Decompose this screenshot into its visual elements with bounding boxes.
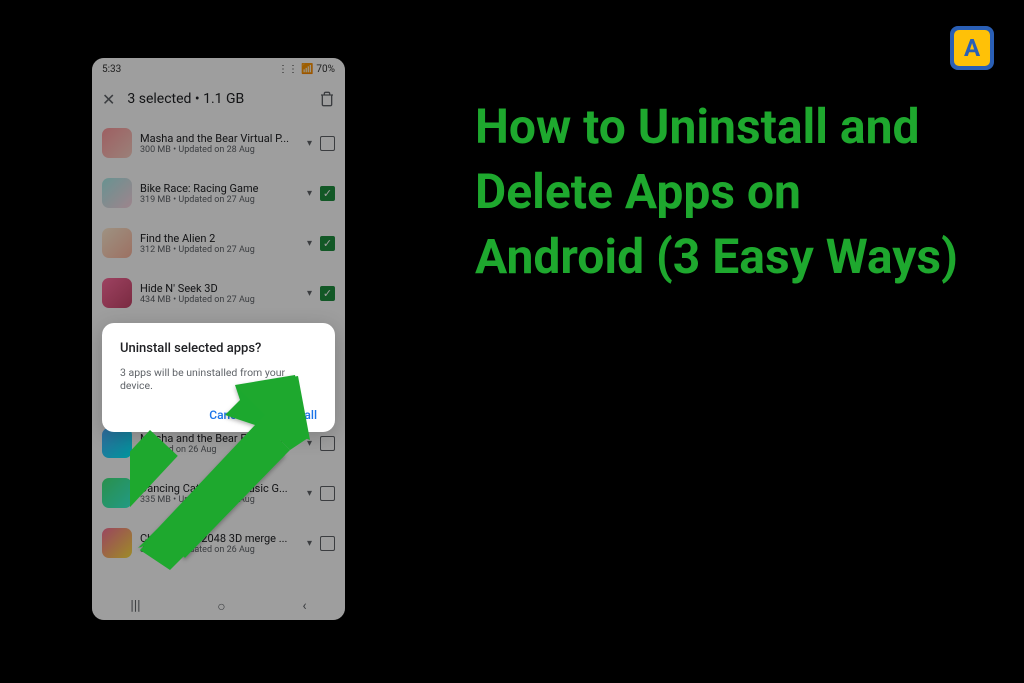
android-nav-bar: ||| ○ ‹ bbox=[92, 592, 345, 620]
checkbox[interactable] bbox=[320, 136, 335, 151]
app-name: Chain Cube: 2048 3D merge ... bbox=[140, 532, 299, 545]
app-meta: 434 MB • Updated on 27 Aug bbox=[140, 295, 299, 305]
phone-screenshot: 5:33 ⋮⋮ 📶 70% ✕ 3 selected • 1.1 GB Mash… bbox=[92, 58, 345, 620]
app-info: Find the Alien 2 312 MB • Updated on 27 … bbox=[140, 232, 299, 255]
chevron-down-icon[interactable]: ▾ bbox=[307, 188, 312, 199]
chevron-down-icon[interactable]: ▾ bbox=[307, 538, 312, 549]
chevron-down-icon[interactable]: ▾ bbox=[307, 288, 312, 299]
app-icon bbox=[102, 478, 132, 508]
app-info: Hide N' Seek 3D 434 MB • Updated on 27 A… bbox=[140, 282, 299, 305]
app-info: Dancing Cats - Cute Music G... 335 MB • … bbox=[140, 482, 299, 505]
trash-icon[interactable] bbox=[319, 91, 335, 107]
recents-icon[interactable]: ||| bbox=[130, 598, 140, 614]
app-info: Bike Race: Racing Game 319 MB • Updated … bbox=[140, 182, 299, 205]
app-name: Masha and the Bear Virtual P... bbox=[140, 132, 299, 145]
chevron-down-icon[interactable]: ▾ bbox=[307, 438, 312, 449]
logo-letter: A bbox=[954, 30, 990, 66]
app-meta: 319 MB • Updated on 27 Aug bbox=[140, 195, 299, 205]
cancel-button[interactable]: Cancel bbox=[209, 408, 246, 422]
dialog-actions: Cancel Uninstall bbox=[120, 408, 317, 422]
app-info: Masha and the Bear Virtual P... 300 MB •… bbox=[140, 132, 299, 155]
app-name: Hide N' Seek 3D bbox=[140, 282, 299, 295]
chevron-down-icon[interactable]: ▾ bbox=[307, 138, 312, 149]
app-icon bbox=[102, 128, 132, 158]
app-icon bbox=[102, 178, 132, 208]
checkbox[interactable] bbox=[320, 536, 335, 551]
status-time: 5:33 bbox=[102, 64, 121, 75]
home-icon[interactable]: ○ bbox=[217, 598, 225, 615]
app-info: Masha and the Bear Educati... Updated on… bbox=[140, 432, 299, 455]
app-icon bbox=[102, 428, 132, 458]
site-logo: A bbox=[950, 26, 994, 70]
app-row[interactable]: Masha and the Bear Virtual P... 300 MB •… bbox=[92, 118, 345, 168]
selection-header: ✕ 3 selected • 1.1 GB bbox=[92, 80, 345, 118]
app-meta: 300 MB • Updated on 28 Aug bbox=[140, 145, 299, 155]
wifi-icon: ⋮⋮ bbox=[278, 64, 298, 75]
dialog-title: Uninstall selected apps? bbox=[120, 341, 317, 356]
app-row[interactable]: Hide N' Seek 3D 434 MB • Updated on 27 A… bbox=[92, 268, 345, 318]
checkbox-checked[interactable]: ✓ bbox=[320, 236, 335, 251]
app-meta: 340 MB • Updated on 26 Aug bbox=[140, 545, 299, 555]
status-bar: 5:33 ⋮⋮ 📶 70% bbox=[92, 58, 345, 80]
checkbox[interactable] bbox=[320, 486, 335, 501]
app-name: Dancing Cats - Cute Music G... bbox=[140, 482, 299, 495]
app-info: Chain Cube: 2048 3D merge ... 340 MB • U… bbox=[140, 532, 299, 555]
chevron-down-icon[interactable]: ▾ bbox=[307, 238, 312, 249]
app-row[interactable]: Bike Race: Racing Game 319 MB • Updated … bbox=[92, 168, 345, 218]
status-right: ⋮⋮ 📶 70% bbox=[278, 64, 335, 75]
dialog-message: 3 apps will be uninstalled from your dev… bbox=[120, 366, 317, 392]
close-icon[interactable]: ✕ bbox=[102, 90, 115, 109]
selection-count: 3 selected • 1.1 GB bbox=[127, 91, 307, 107]
app-name: Bike Race: Racing Game bbox=[140, 182, 299, 195]
app-meta: Updated on 26 Aug bbox=[140, 445, 299, 455]
app-row[interactable]: Dancing Cats - Cute Music G... 335 MB • … bbox=[92, 468, 345, 518]
article-title: How to Uninstall and Delete Apps on Andr… bbox=[475, 95, 975, 289]
checkbox-checked[interactable]: ✓ bbox=[320, 286, 335, 301]
app-name: Find the Alien 2 bbox=[140, 232, 299, 245]
checkbox-checked[interactable]: ✓ bbox=[320, 186, 335, 201]
app-meta: 335 MB • Updated on 26 Aug bbox=[140, 495, 299, 505]
app-meta: 312 MB • Updated on 27 Aug bbox=[140, 245, 299, 255]
signal-icon: 📶 bbox=[301, 64, 313, 75]
back-icon[interactable]: ‹ bbox=[302, 598, 306, 614]
chevron-down-icon[interactable]: ▾ bbox=[307, 488, 312, 499]
app-row[interactable]: Chain Cube: 2048 3D merge ... 340 MB • U… bbox=[92, 518, 345, 568]
checkbox[interactable] bbox=[320, 436, 335, 451]
uninstall-button[interactable]: Uninstall bbox=[270, 408, 317, 422]
app-icon bbox=[102, 278, 132, 308]
app-icon bbox=[102, 528, 132, 558]
app-name: Masha and the Bear Educati... bbox=[140, 432, 299, 445]
battery-text: 70% bbox=[316, 64, 335, 75]
uninstall-dialog: Uninstall selected apps? 3 apps will be … bbox=[102, 323, 335, 432]
app-icon bbox=[102, 228, 132, 258]
app-row[interactable]: Find the Alien 2 312 MB • Updated on 27 … bbox=[92, 218, 345, 268]
